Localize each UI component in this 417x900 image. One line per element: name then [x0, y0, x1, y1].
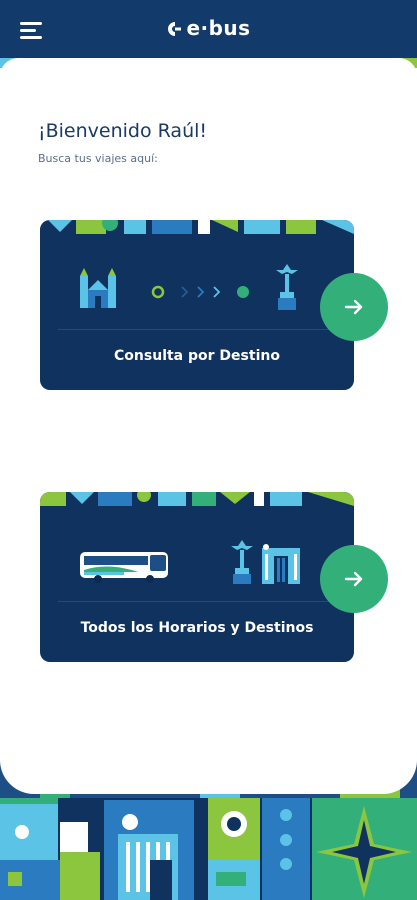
- card-divider: [58, 601, 336, 602]
- arrow-right-icon[interactable]: [320, 273, 388, 341]
- content-sheet: [0, 58, 417, 794]
- arch-building-icon: [262, 544, 300, 584]
- welcome-title: ¡Bienvenido Raúl!: [38, 120, 208, 142]
- card-pattern: [40, 492, 354, 506]
- destination-dot-icon: [237, 286, 249, 298]
- arrow-right-icon[interactable]: [320, 545, 388, 613]
- card-pattern: [40, 220, 354, 234]
- card-destination-search[interactable]: Consulta por Destino: [40, 220, 354, 390]
- route-arrows-icon: [181, 286, 221, 298]
- cathedral-icon: [80, 268, 116, 308]
- bus-icon: [80, 552, 168, 583]
- brand-name: e·bus: [186, 16, 251, 40]
- brand-logo: e·bus: [0, 16, 417, 40]
- monument-icon: [231, 540, 253, 584]
- monument-icon: [276, 264, 298, 310]
- card-label: Consulta por Destino: [114, 348, 280, 364]
- origin-dot-icon: [151, 285, 165, 299]
- card-divider: [58, 329, 336, 330]
- ebus-logo-icon: [168, 22, 182, 36]
- arrow-right-glyph: [344, 299, 363, 315]
- arrow-right-glyph: [344, 571, 363, 587]
- card-all-schedules[interactable]: Todos los Horarios y Destinos: [40, 492, 354, 662]
- card-label: Todos los Horarios y Destinos: [80, 620, 314, 636]
- welcome-subtitle: Busca tus viajes aquí:: [38, 152, 158, 165]
